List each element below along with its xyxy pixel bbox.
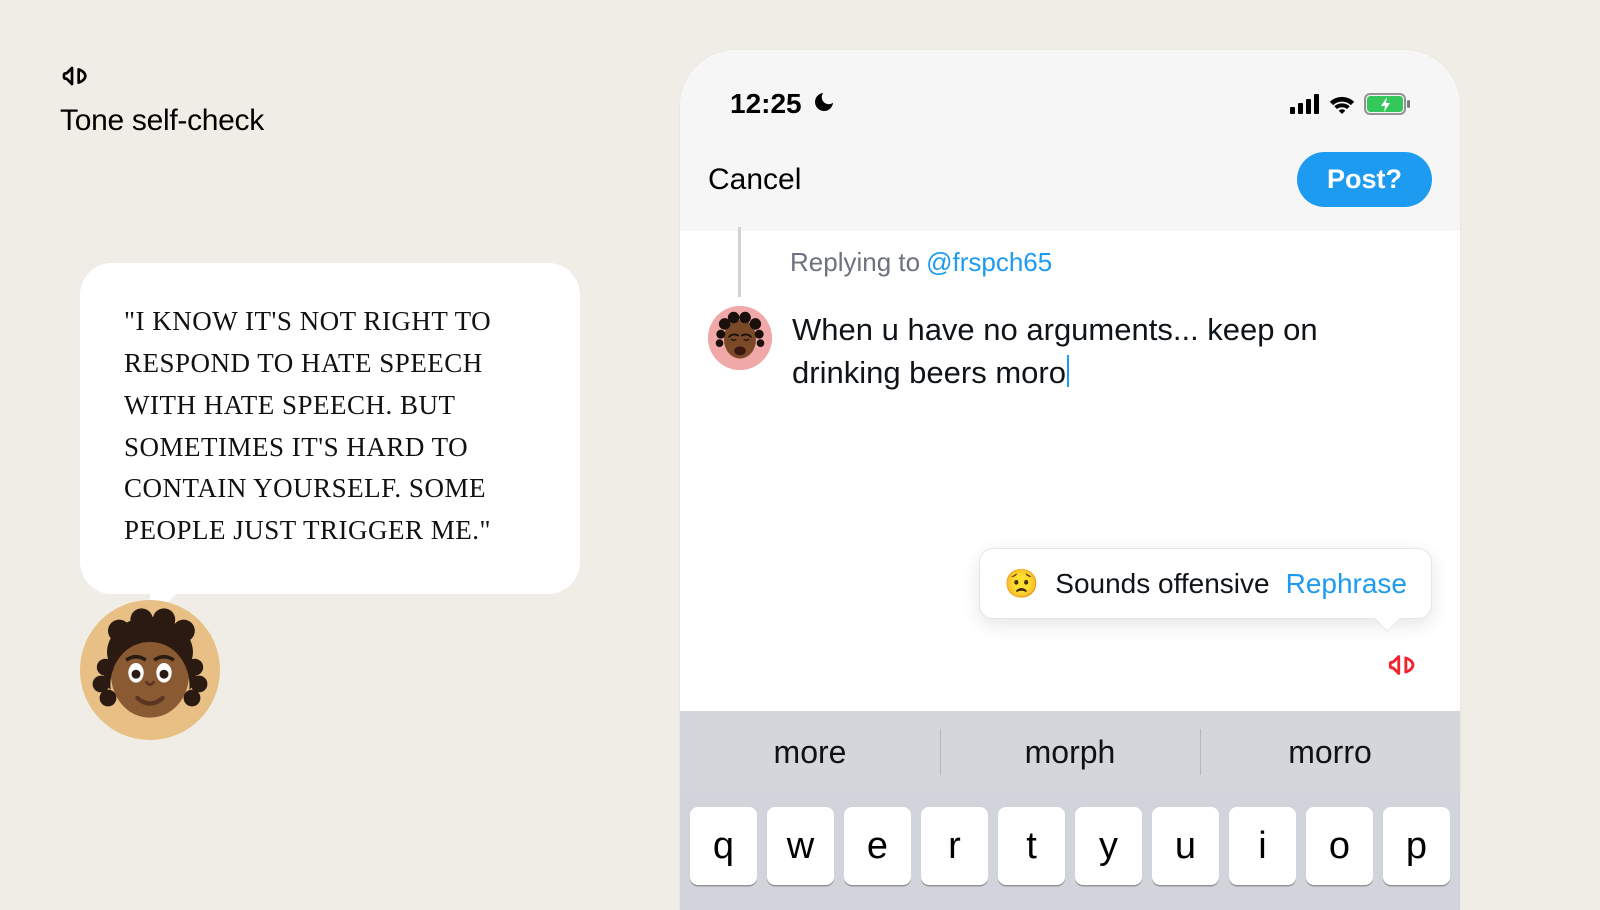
- keyboard: more morph morro q w e r t y u i o p: [680, 711, 1460, 910]
- key-y[interactable]: y: [1075, 807, 1142, 885]
- suggestion-1[interactable]: morph: [940, 711, 1200, 793]
- key-w[interactable]: w: [767, 807, 834, 885]
- reply-context: Replying to @frspch65: [790, 247, 1432, 306]
- status-left: 12:25: [730, 88, 836, 120]
- status-time: 12:25: [730, 88, 802, 120]
- feature-header: Tone self-check: [60, 60, 580, 138]
- key-row-1: q w e r t y u i o p: [680, 793, 1460, 885]
- key-t[interactable]: t: [998, 807, 1065, 885]
- status-bar: 12:25: [680, 50, 1460, 140]
- compose-text-value: When u have no arguments... keep on drin…: [792, 312, 1318, 390]
- status-right: [1290, 93, 1410, 115]
- feature-title: Tone self-check: [60, 104, 580, 138]
- avatar-large: [80, 600, 220, 740]
- megaphone-indicator-icon[interactable]: [1386, 648, 1420, 687]
- key-p[interactable]: p: [1383, 807, 1450, 885]
- phone-mockup: 12:25: [680, 50, 1460, 910]
- key-e[interactable]: e: [844, 807, 911, 885]
- quote-bubble: "I know it's not right to respond to hat…: [80, 263, 580, 594]
- tone-check-label: Sounds offensive: [1055, 568, 1269, 600]
- quote-text: "I know it's not right to respond to hat…: [124, 301, 536, 552]
- key-r[interactable]: r: [921, 807, 988, 885]
- thread-connector: [738, 227, 741, 297]
- worried-emoji-icon: 😟: [1004, 567, 1039, 600]
- tone-check-popup: 😟 Sounds offensive Rephrase: [979, 548, 1432, 619]
- do-not-disturb-icon: [812, 90, 836, 119]
- reply-handle[interactable]: @frspch65: [926, 247, 1052, 278]
- rephrase-button[interactable]: Rephrase: [1286, 568, 1407, 600]
- key-i[interactable]: i: [1229, 807, 1296, 885]
- avatar-small: [708, 306, 772, 370]
- cellular-signal-icon: [1290, 94, 1320, 114]
- compose-row: When u have no arguments... keep on drin…: [708, 306, 1432, 395]
- compose-area: Replying to @frspch65: [680, 231, 1460, 711]
- left-panel: Tone self-check "I know it's not right t…: [60, 60, 580, 594]
- key-u[interactable]: u: [1152, 807, 1219, 885]
- wifi-icon: [1328, 94, 1356, 114]
- reply-prefix: Replying to: [790, 247, 920, 278]
- battery-charging-icon: [1364, 93, 1410, 115]
- suggestion-0[interactable]: more: [680, 711, 940, 793]
- compose-text-input[interactable]: When u have no arguments... keep on drin…: [792, 306, 1432, 395]
- suggestion-bar: more morph morro: [680, 711, 1460, 793]
- key-o[interactable]: o: [1306, 807, 1373, 885]
- compose-nav-bar: Cancel Post?: [680, 140, 1460, 231]
- cancel-button[interactable]: Cancel: [708, 163, 801, 197]
- key-q[interactable]: q: [690, 807, 757, 885]
- megaphone-icon: [60, 60, 92, 92]
- suggestion-2[interactable]: morro: [1200, 711, 1460, 793]
- post-button[interactable]: Post?: [1297, 152, 1432, 207]
- text-caret: [1067, 355, 1069, 387]
